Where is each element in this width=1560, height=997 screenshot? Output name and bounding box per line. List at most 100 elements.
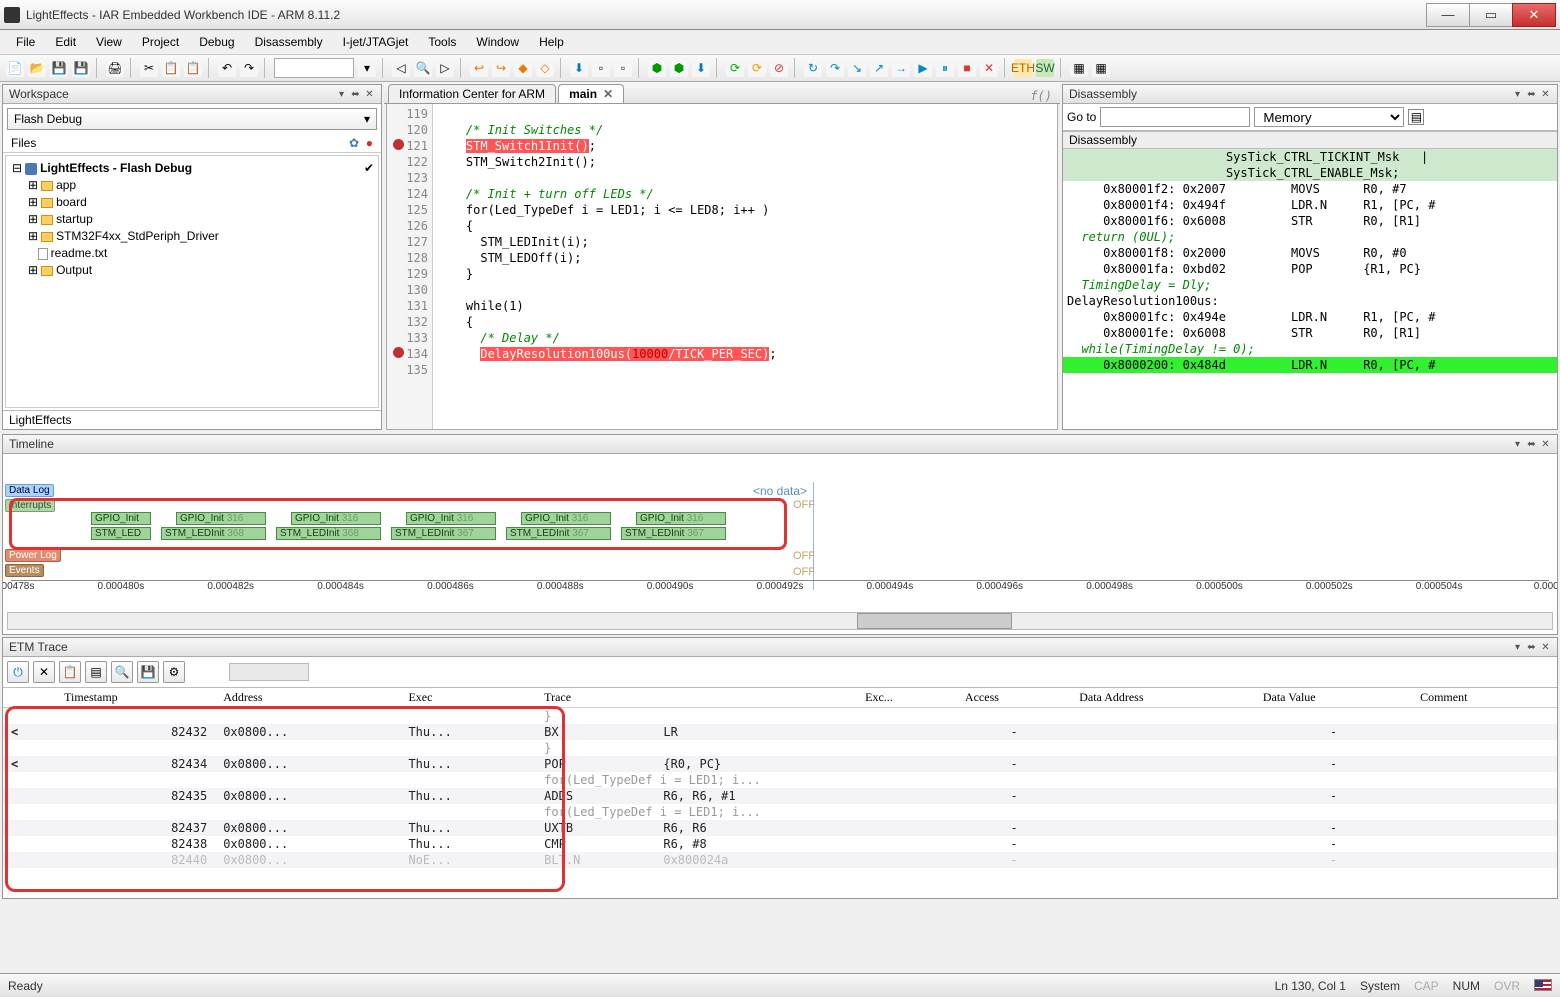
etm-trace-table[interactable]: TimestampAddressExecTraceExc...AccessDat… bbox=[3, 688, 1557, 868]
trace-row[interactable]: 824400x0800...NoE...BLT.N0x800024a-- bbox=[3, 852, 1557, 868]
step-over-icon[interactable]: ↷ bbox=[826, 59, 844, 77]
project-tab[interactable]: LightEffects bbox=[9, 413, 71, 427]
editor-tab[interactable]: main✕ bbox=[558, 84, 624, 103]
trace-row[interactable]: 824350x0800...Thu...ADDSR6, R6, #1-- bbox=[3, 788, 1557, 804]
bookmark-icon[interactable]: ◇ bbox=[536, 59, 554, 77]
trace-row[interactable]: } bbox=[3, 740, 1557, 756]
search-combo[interactable] bbox=[274, 58, 354, 78]
pin-icon[interactable]: ▾ bbox=[1512, 89, 1523, 100]
menu-project[interactable]: Project bbox=[134, 33, 187, 51]
menu-debug[interactable]: Debug bbox=[191, 33, 242, 51]
menu-file[interactable]: File bbox=[8, 33, 43, 51]
lane-power[interactable]: Power Log bbox=[5, 549, 61, 562]
menu-view[interactable]: View bbox=[88, 33, 130, 51]
etm-scroll-thumb[interactable] bbox=[229, 663, 309, 681]
menu-edit[interactable]: Edit bbox=[47, 33, 84, 51]
refresh-icon[interactable]: ▤ bbox=[1408, 109, 1424, 125]
bookmark-toggle-icon[interactable]: ◆ bbox=[514, 59, 532, 77]
new-file-icon[interactable]: 📄 bbox=[6, 59, 24, 77]
menu-window[interactable]: Window bbox=[468, 33, 527, 51]
trace-row[interactable]: <824320x0800...Thu...BXLR-- bbox=[3, 724, 1557, 740]
cube2-icon[interactable]: ⬢ bbox=[670, 59, 688, 77]
close-panel-icon[interactable]: ✕ bbox=[1540, 89, 1551, 100]
unpin-icon[interactable]: ⬌ bbox=[1526, 89, 1537, 100]
open-icon[interactable]: 📂 bbox=[28, 59, 46, 77]
trace-row[interactable]: for(Led_TypeDef i = LED1; i... bbox=[3, 804, 1557, 820]
maximize-button[interactable]: ▭ bbox=[1469, 3, 1513, 27]
save-all-icon[interactable]: 💾 bbox=[72, 59, 90, 77]
page-icon[interactable]: ▫ bbox=[592, 59, 610, 77]
gear-icon[interactable]: ✿ bbox=[349, 136, 359, 150]
print-icon[interactable]: 🖨 bbox=[106, 59, 124, 77]
go-icon[interactable]: ▶ bbox=[914, 59, 932, 77]
save-icon[interactable]: 💾 bbox=[137, 661, 159, 683]
menu-ijetjtagjet[interactable]: I-jet/JTAGjet bbox=[335, 33, 417, 51]
code-editor[interactable]: /* Init Switches */ STM_Switch1Init(); S… bbox=[433, 104, 1057, 429]
tree-item[interactable]: ⊞ app bbox=[10, 177, 374, 194]
menu-tools[interactable]: Tools bbox=[420, 33, 464, 51]
board2-icon[interactable]: ▦ bbox=[1092, 59, 1110, 77]
reset-icon[interactable]: ↻ bbox=[804, 59, 822, 77]
debug-icon[interactable]: ⬇ bbox=[570, 59, 588, 77]
memory-select[interactable]: Memory bbox=[1254, 107, 1404, 127]
nav-fwd-icon[interactable]: ▷ bbox=[436, 59, 454, 77]
clear-icon[interactable]: ✕ bbox=[33, 661, 55, 683]
view-icon[interactable]: ▤ bbox=[85, 661, 107, 683]
undo-icon[interactable]: ↶ bbox=[218, 59, 236, 77]
trace-row[interactable]: 824380x0800...Thu...CMPR6, #8-- bbox=[3, 836, 1557, 852]
nav-back-icon[interactable]: ◁ bbox=[392, 59, 410, 77]
paste-icon[interactable]: 📋 bbox=[184, 59, 202, 77]
save-icon[interactable]: 💾 bbox=[50, 59, 68, 77]
menu-disassembly[interactable]: Disassembly bbox=[247, 33, 331, 51]
eth-icon[interactable]: ETH bbox=[1014, 59, 1032, 77]
tree-item[interactable]: ⊞ board bbox=[10, 194, 374, 211]
step-out-icon[interactable]: ↗ bbox=[870, 59, 888, 77]
redo-icon[interactable]: ↷ bbox=[240, 59, 258, 77]
pin-icon[interactable]: ▾ bbox=[336, 89, 347, 100]
timeline-body[interactable]: Data Log Interrupts Power Log Events <no… bbox=[3, 454, 1557, 634]
search-icon[interactable]: 🔍 bbox=[111, 661, 133, 683]
timeline-scrollbar[interactable] bbox=[7, 612, 1553, 630]
zoom-icon[interactable]: 🔍 bbox=[414, 59, 432, 77]
step-into-icon[interactable]: ↘ bbox=[848, 59, 866, 77]
tree-item[interactable]: ⊞ startup bbox=[10, 211, 374, 228]
copy-icon[interactable]: 📋 bbox=[162, 59, 180, 77]
dl-icon[interactable]: ⬇ bbox=[692, 59, 710, 77]
run-to-icon[interactable]: → bbox=[892, 59, 910, 77]
swo-icon[interactable]: SW bbox=[1036, 59, 1054, 77]
menu-help[interactable]: Help bbox=[531, 33, 572, 51]
run-icon[interactable]: ⟳ bbox=[726, 59, 744, 77]
copy-icon[interactable]: 📋 bbox=[59, 661, 81, 683]
stop-icon[interactable]: ⊘ bbox=[770, 59, 788, 77]
bookmark-prev-icon[interactable]: ↩ bbox=[470, 59, 488, 77]
config-icon[interactable]: ⚙ bbox=[163, 661, 185, 683]
editor-tab[interactable]: Information Center for ARM bbox=[388, 84, 556, 103]
bookmark-next-icon[interactable]: ↪ bbox=[492, 59, 510, 77]
goto-input[interactable] bbox=[1100, 107, 1250, 127]
flag-icon[interactable] bbox=[1534, 979, 1552, 991]
line-gutter[interactable]: 119 120 121 122 123 124 125 126 127 128 … bbox=[387, 104, 433, 429]
doc-icon[interactable]: ▫ bbox=[614, 59, 632, 77]
close-button[interactable]: ✕ bbox=[1512, 3, 1556, 27]
tree-item[interactable]: ⊞ STM32F4xx_StdPeriph_Driver bbox=[10, 228, 374, 245]
lane-events[interactable]: Events bbox=[5, 564, 44, 577]
unpin-icon[interactable]: ⬌ bbox=[350, 89, 361, 100]
restart-icon[interactable]: ⟳ bbox=[748, 59, 766, 77]
trace-row[interactable]: 824370x0800...Thu...UXTBR6, R6-- bbox=[3, 820, 1557, 836]
trace-row[interactable]: <824340x0800...Thu...POP{R0, PC}-- bbox=[3, 756, 1557, 772]
tree-item[interactable]: ⊞ Output bbox=[10, 262, 374, 279]
trace-row[interactable]: } bbox=[3, 708, 1557, 725]
exit-debug-icon[interactable]: ✕ bbox=[980, 59, 998, 77]
cut-icon[interactable]: ✂ bbox=[140, 59, 158, 77]
power-icon[interactable]: ⏻ bbox=[7, 661, 29, 683]
disassembly-listing[interactable]: SysTick_CTRL_TICKINT_Msk | SysTick_CTRL_… bbox=[1063, 149, 1557, 429]
pause-icon[interactable]: ⏸ bbox=[936, 59, 954, 77]
cube-icon[interactable]: ⬢ bbox=[648, 59, 666, 77]
minimize-button[interactable]: — bbox=[1426, 3, 1470, 27]
close-panel-icon[interactable]: ✕ bbox=[364, 89, 375, 100]
dropdown-icon[interactable]: ▾ bbox=[358, 59, 376, 77]
file-tree[interactable]: ⊟ LightEffects - Flash Debug✔ ⊞ app⊞ boa… bbox=[5, 155, 379, 408]
trace-row[interactable]: for(Led_TypeDef i = LED1; i... bbox=[3, 772, 1557, 788]
halt-icon[interactable]: ■ bbox=[958, 59, 976, 77]
lane-datalog[interactable]: Data Log bbox=[5, 484, 54, 497]
